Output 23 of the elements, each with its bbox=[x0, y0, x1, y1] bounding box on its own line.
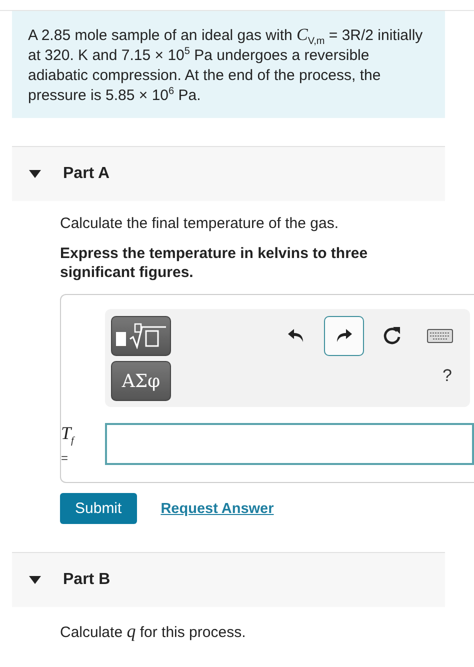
templates-button[interactable] bbox=[111, 316, 171, 356]
reset-icon bbox=[382, 326, 402, 346]
submit-button[interactable]: Submit bbox=[60, 493, 137, 524]
undo-icon bbox=[287, 328, 305, 344]
question-text: Calculate the final temperature of the gas. bbox=[60, 215, 340, 232]
radical-template-icon bbox=[114, 323, 168, 349]
help-button[interactable]: ? bbox=[434, 366, 460, 392]
part-title: Part A bbox=[63, 165, 110, 183]
problem-text: A 2.85 mole sample of an ideal gas with C$_{V,m}$ = 3R/2 initially at 320. K and 7.15 × 10$^{5}$ Pa undergoes a reversible adiabatic compression. At the end of the process, the pressure is 5.85 × 10$^{6}$ Pa. bbox=[28, 25, 424, 106]
equals-sign: = bbox=[61, 451, 70, 465]
instruction-text: Express the temperature in kelvins to three significant figures. bbox=[60, 244, 369, 282]
request-answer-link[interactable]: Request Answer bbox=[160, 500, 274, 516]
part-header[interactable]: Part B bbox=[12, 552, 445, 607]
greek-button[interactable]: ΑΣφ bbox=[111, 361, 171, 401]
caret-down-icon bbox=[29, 170, 41, 178]
question-text: Calculate q for this process. bbox=[60, 621, 247, 642]
part-header[interactable]: Part A bbox=[12, 146, 445, 201]
redo-button[interactable] bbox=[324, 316, 364, 356]
keyboard-icon bbox=[427, 329, 453, 343]
caret-down-icon bbox=[29, 576, 41, 584]
answer-field[interactable] bbox=[105, 423, 474, 465]
redo-icon bbox=[335, 328, 353, 344]
part-title: Part B bbox=[63, 571, 110, 589]
